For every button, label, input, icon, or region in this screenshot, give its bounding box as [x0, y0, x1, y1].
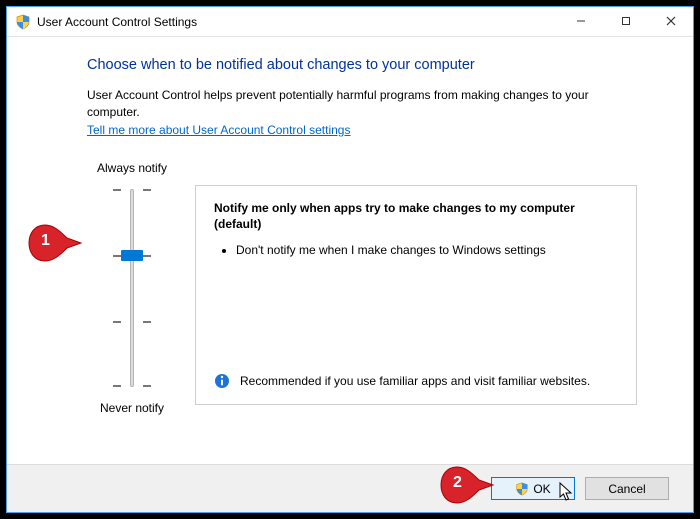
- cancel-button-label: Cancel: [608, 482, 645, 496]
- uac-settings-window: User Account Control Settings Choose whe…: [6, 6, 694, 513]
- shield-icon: [515, 482, 529, 496]
- learn-more-link[interactable]: Tell me more about User Account Control …: [87, 123, 350, 137]
- slider-thumb[interactable]: [121, 250, 143, 261]
- titlebar: User Account Control Settings: [7, 7, 693, 37]
- slider-label-top: Always notify: [82, 161, 182, 175]
- slider-label-bottom: Never notify: [82, 401, 182, 415]
- level-recommendation: Recommended if you use familiar apps and…: [240, 373, 590, 390]
- level-description-panel: Notify me only when apps try to make cha…: [195, 185, 637, 405]
- ok-button-label: OK: [533, 482, 550, 496]
- minimize-button[interactable]: [558, 7, 603, 35]
- content-area: Choose when to be notified about changes…: [7, 37, 693, 464]
- window-title: User Account Control Settings: [37, 15, 197, 29]
- shield-icon: [15, 14, 31, 30]
- maximize-button[interactable]: [603, 7, 648, 35]
- page-heading: Choose when to be notified about changes…: [87, 57, 637, 73]
- level-title: Notify me only when apps try to make cha…: [214, 200, 618, 232]
- ok-button[interactable]: OK: [491, 477, 575, 500]
- page-description: User Account Control helps prevent poten…: [87, 87, 637, 121]
- annotation-callout-1: 1: [27, 222, 83, 264]
- window-controls: [558, 7, 693, 36]
- info-icon: [214, 373, 230, 389]
- cancel-button[interactable]: Cancel: [585, 477, 669, 500]
- notification-level-slider[interactable]: [107, 183, 157, 393]
- dialog-footer: OK Cancel: [7, 464, 693, 512]
- close-button[interactable]: [648, 7, 693, 35]
- level-bullet: Don't notify me when I make changes to W…: [236, 242, 618, 259]
